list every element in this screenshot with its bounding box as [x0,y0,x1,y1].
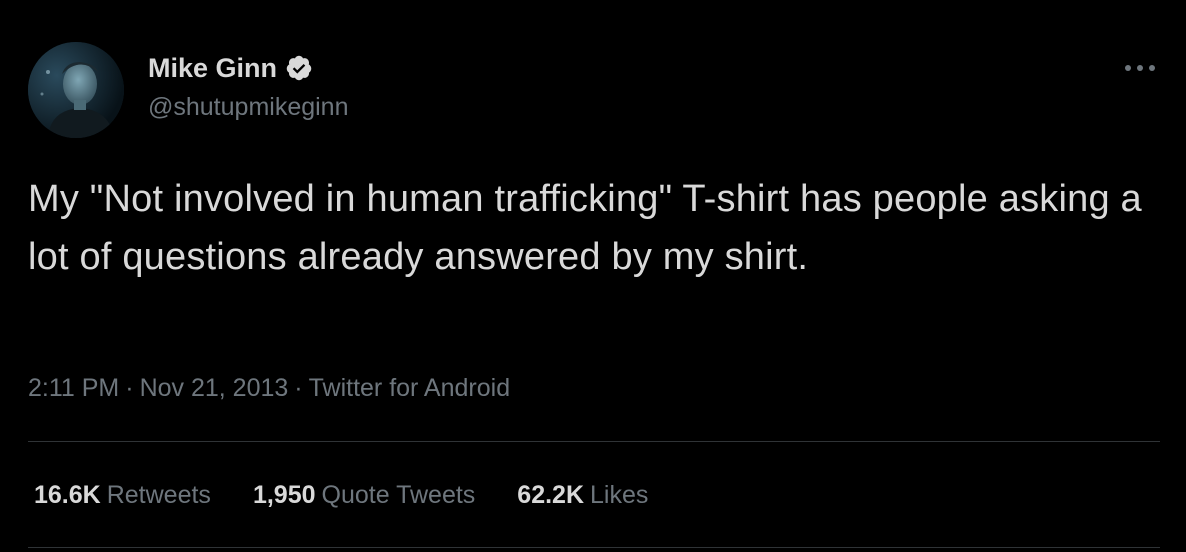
divider [28,441,1160,442]
author-name-row[interactable]: Mike Ginn [148,52,313,84]
retweets-count: 16.6K [34,481,101,509]
tweet-date[interactable]: Nov 21, 2013 [140,374,289,402]
engagement-stats: 16.6K Retweets 1,950 Quote Tweets 62.2K Lik… [34,478,648,512]
likes-stat[interactable]: 62.2K Likes [517,478,648,512]
retweets-label: Retweets [106,481,211,509]
quote-tweets-count: 1,950 [252,481,316,509]
tweet-detail: Mike Ginn @shutupmikeginn My "Not involv… [0,0,1186,552]
quote-tweets-label: Quote Tweets [321,481,476,509]
tweet-source[interactable]: Twitter for Android [309,374,510,402]
tweet-time[interactable]: 2:11 PM [28,374,119,402]
verified-badge-icon [285,54,313,82]
meta-separator: · [294,374,303,402]
meta-separator: · [125,374,134,402]
more-options-button[interactable] [1122,56,1158,80]
avatar[interactable] [28,42,124,138]
author-handle[interactable]: @shutupmikeginn [148,92,349,122]
likes-label: Likes [590,481,649,509]
likes-count: 62.2K [517,481,585,509]
quote-tweets-stat[interactable]: 1,950 Quote Tweets [253,478,475,512]
retweets-stat[interactable]: 16.6K Retweets [34,478,211,512]
more-horizontal-icon [1125,65,1155,71]
tweet-text: My "Not involved in human trafficking" T… [28,178,1142,278]
tweet-metadata: 2:11 PM · Nov 21, 2013 · Twitter for Android [28,372,510,404]
author-display-name[interactable]: Mike Ginn [148,52,277,84]
divider [28,547,1160,548]
